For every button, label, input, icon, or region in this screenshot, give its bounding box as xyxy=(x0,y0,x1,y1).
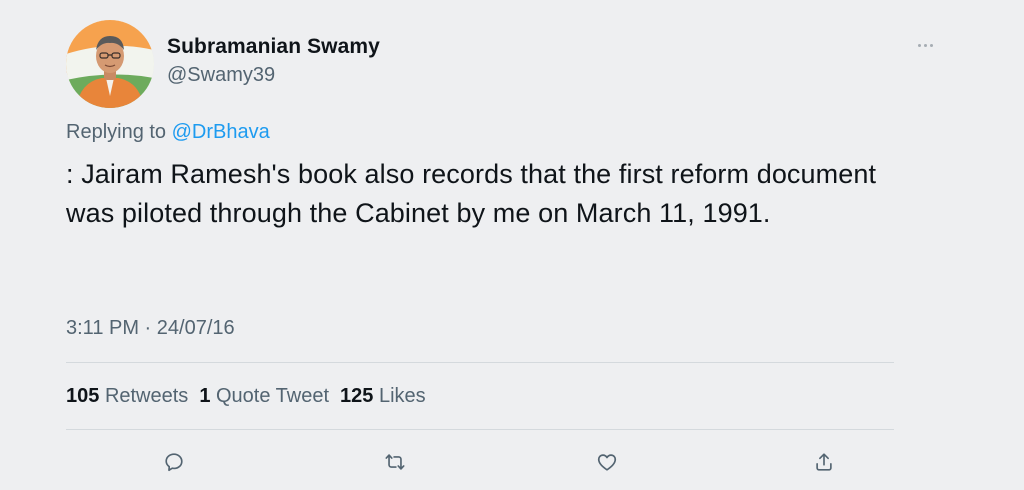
author-block: Subramanian Swamy @Swamy39 xyxy=(167,34,380,88)
likes-label: Likes xyxy=(378,385,426,407)
tweet-card: Subramanian Swamy @Swamy39 Replying to @… xyxy=(0,0,1024,490)
more-dot xyxy=(923,43,927,47)
likes-stat[interactable]: 125 Likes xyxy=(340,383,426,409)
heart-icon xyxy=(597,454,617,471)
likes-count: 125 xyxy=(340,385,374,407)
quote-tweets-stat[interactable]: 1 Quote Tweet xyxy=(199,383,329,409)
retweets-stat[interactable]: 105 Retweets xyxy=(66,383,188,409)
more-options-icon[interactable] xyxy=(914,40,936,50)
retweets-count: 105 xyxy=(66,385,100,407)
profile-photo-icon xyxy=(66,20,154,108)
share-button[interactable] xyxy=(811,449,837,475)
more-dot xyxy=(929,43,933,47)
avatar[interactable] xyxy=(66,20,154,108)
retweets-label: Retweets xyxy=(104,385,189,407)
tweet-timestamp[interactable]: 3:11 PM · 24/07/16 xyxy=(66,315,235,341)
like-button[interactable] xyxy=(594,449,620,475)
divider xyxy=(66,362,894,363)
replying-to-line: Replying to @DrBhava xyxy=(66,119,270,145)
quote-tweets-label: Quote Tweet xyxy=(216,385,330,407)
divider xyxy=(66,429,894,430)
author-display-name[interactable]: Subramanian Swamy xyxy=(167,34,380,60)
reply-mention-link[interactable]: @DrBhava xyxy=(172,121,270,143)
retweet-icon xyxy=(385,454,405,470)
retweet-button[interactable] xyxy=(382,449,408,475)
author-handle[interactable]: @Swamy39 xyxy=(167,62,380,88)
engagement-stats: 105 Retweets 1 Quote Tweet 125 Likes xyxy=(66,383,426,409)
share-icon xyxy=(816,453,832,471)
tweet-text: : Jairam Ramesh's book also records that… xyxy=(66,159,877,228)
replying-to-label: Replying to xyxy=(66,121,167,143)
action-bar xyxy=(0,449,1024,475)
quote-tweets-count: 1 xyxy=(199,385,211,407)
reply-icon xyxy=(165,453,183,472)
more-dot xyxy=(917,43,921,47)
reply-button[interactable] xyxy=(161,449,187,475)
